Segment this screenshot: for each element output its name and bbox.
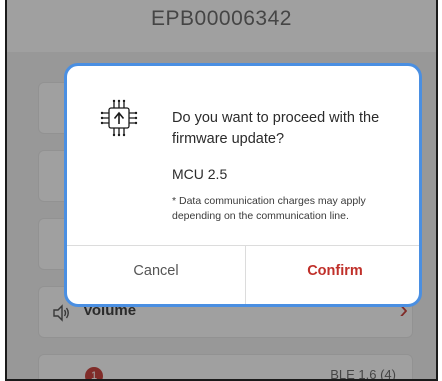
- device-screen: EPB00006342 › › › Volume › 1 BLE 1.6 (4): [5, 0, 438, 381]
- data-charge-note: * Data communication charges may apply d…: [172, 195, 366, 222]
- confirm-button[interactable]: Confirm: [246, 246, 419, 304]
- chip-upload-icon: [100, 99, 138, 137]
- cancel-button[interactable]: Cancel: [67, 246, 245, 304]
- firmware-version: MCU 2.5: [172, 166, 228, 182]
- dialog-message: Do you want to proceed with the firmware…: [172, 110, 380, 147]
- firmware-update-dialog: Do you want to proceed with the firmware…: [64, 63, 422, 307]
